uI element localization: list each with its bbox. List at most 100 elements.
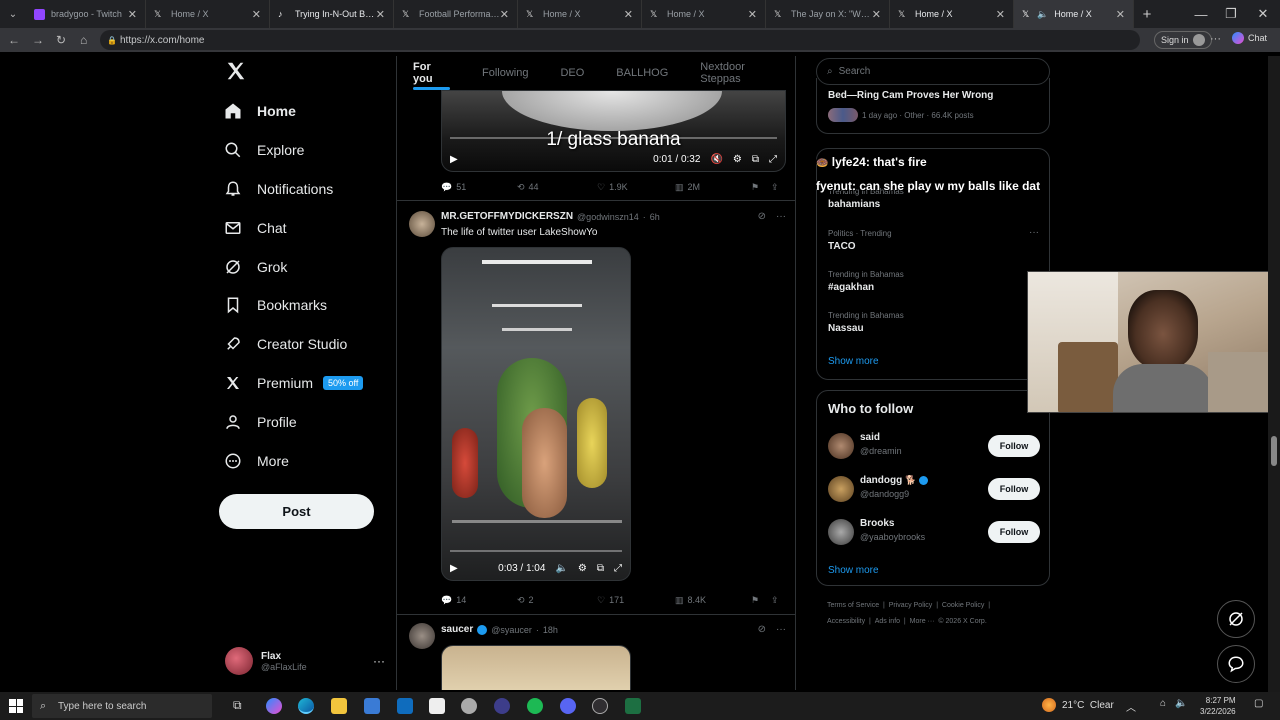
nav-home[interactable]: Home (223, 96, 296, 126)
more-dots-icon[interactable]: ··· (1029, 227, 1039, 238)
file-explorer-icon[interactable] (331, 698, 347, 714)
nav-profile[interactable]: Profile (223, 407, 297, 437)
x-logo-icon[interactable] (225, 60, 249, 84)
copilot-chat-button[interactable]: Chat (1232, 32, 1267, 44)
pip-icon[interactable]: ⧉ (752, 154, 759, 165)
scrollbar[interactable] (1268, 56, 1280, 692)
grok-icon[interactable]: ⊘ (758, 624, 766, 635)
more-dots-icon[interactable]: ··· (373, 654, 385, 668)
trend-item[interactable]: Politics · Trending TACO (828, 229, 892, 252)
post-video[interactable]: ▶ 0:03 / 1:04 🔈 ⚙ ⧉ ⤢ (441, 247, 631, 581)
tab-following[interactable]: Following (466, 56, 544, 90)
back-arrow-icon[interactable]: ← (8, 34, 20, 46)
mute-icon[interactable]: 🔇 (710, 154, 722, 165)
bookmark-icon[interactable]: ⚑ (751, 182, 771, 193)
task-view-icon[interactable]: ⧉ (233, 698, 242, 713)
maximize-button[interactable]: ❐ (1216, 6, 1246, 22)
share-icon[interactable]: ⇪ (771, 595, 779, 606)
chevron-up-icon[interactable]: ︿ (1126, 699, 1136, 714)
browser-tab[interactable]: 𝕏 Home / X ✕ (890, 0, 1014, 28)
taskbar-search-input[interactable]: ⌕ Type here to search (32, 694, 212, 718)
play-icon[interactable]: ▶ (450, 154, 458, 165)
like-button[interactable]: ♡ 1.9K (597, 182, 675, 193)
discord-app-icon[interactable] (560, 698, 576, 714)
follow-button[interactable]: Follow (988, 521, 1040, 543)
fullscreen-icon[interactable]: ⤢ (614, 563, 622, 574)
close-icon[interactable]: ✕ (1116, 8, 1125, 21)
footer-link[interactable]: More ··· (910, 618, 935, 625)
play-icon[interactable]: ▶ (450, 563, 458, 574)
speaker-icon[interactable]: 🔈 (555, 563, 567, 574)
copilot-app-icon[interactable] (266, 698, 282, 714)
trend-item[interactable]: Trending in Bahamas #agakhan (828, 270, 904, 293)
browser-tab[interactable]: 𝕏 Home / X ✕ (642, 0, 766, 28)
obs-app-icon[interactable] (592, 698, 608, 714)
browser-tab[interactable]: 𝕏 The Jay on X: "WWE be ✕ (766, 0, 890, 28)
mail-app-icon[interactable] (397, 698, 413, 714)
edge-app-icon[interactable] (298, 698, 314, 714)
network-icon[interactable]: ⌂ (1160, 698, 1166, 709)
repost-button[interactable]: ⟲ 44 (517, 182, 597, 193)
notepad-app-icon[interactable] (429, 698, 445, 714)
notification-center-icon[interactable]: ▢ (1254, 698, 1263, 709)
nav-explore[interactable]: Explore (223, 135, 304, 165)
spotify-app-icon[interactable] (527, 698, 543, 714)
footer-link[interactable]: Cookie Policy (942, 602, 984, 609)
browser-tab[interactable]: ♪ Trying In-N-Out Burger ✕ (270, 0, 394, 28)
post-image[interactable] (441, 645, 631, 690)
close-icon[interactable]: ✕ (748, 8, 757, 21)
refresh-icon[interactable]: ↻ (56, 34, 68, 46)
reply-button[interactable]: 💬 51 (441, 182, 517, 193)
tab-for-you[interactable]: For you (397, 56, 466, 90)
nav-more[interactable]: More (223, 446, 289, 476)
weather-text[interactable]: 21°C Clear (1062, 700, 1114, 711)
settings-gear-icon[interactable]: ⚙ (578, 563, 587, 574)
post[interactable]: MR.GETOFFMYDICKERSZN @godwinszn14 · 6h ⊘… (397, 201, 795, 611)
views-button[interactable]: ▥ 8.4K (675, 595, 751, 606)
address-bar-input[interactable]: 🔒 https://x.com/home (100, 30, 1140, 50)
taskbar-clock[interactable]: 8:27 PM 3/22/2026 (1200, 695, 1236, 717)
browser-tab[interactable]: 𝕏 Home / X ✕ (518, 0, 642, 28)
show-more-link[interactable]: Show more (828, 565, 879, 576)
post-button[interactable]: Post (219, 494, 374, 529)
speaker-icon[interactable]: 🔈 (1037, 9, 1048, 20)
more-dots-icon[interactable]: ··· (776, 211, 786, 222)
tab-nextdoor-steppas[interactable]: Nextdoor Steppas (684, 56, 795, 90)
close-icon[interactable]: ✕ (500, 8, 509, 21)
new-tab-button[interactable]: + (1134, 6, 1160, 23)
author-handle[interactable]: @syaucer (491, 625, 532, 635)
close-icon[interactable]: ✕ (128, 8, 137, 21)
nav-premium[interactable]: Premium 50% off (223, 368, 364, 398)
grok-icon[interactable]: ⊘ (758, 211, 766, 222)
tab-actions-menu[interactable]: ⌄ (0, 0, 26, 28)
repost-button[interactable]: ⟲ 2 (517, 595, 597, 606)
grok-fab-button[interactable] (1217, 600, 1255, 638)
browser-tab-active[interactable]: 𝕏 🔈 Home / X ✕ (1014, 0, 1134, 28)
more-menu-icon[interactable]: ··· (1210, 33, 1221, 45)
close-icon[interactable]: ✕ (624, 8, 633, 21)
author-name[interactable]: MR.GETOFFMYDICKERSZN (441, 211, 573, 222)
volume-icon[interactable]: 🔈 (1175, 698, 1187, 709)
store-app-icon[interactable] (364, 698, 380, 714)
tab-ballhog[interactable]: BALLHOG (600, 56, 684, 90)
nav-creator-studio[interactable]: Creator Studio (223, 329, 347, 359)
nav-grok[interactable]: Grok (223, 252, 287, 282)
media-app-icon[interactable] (494, 698, 510, 714)
video-progress-bar[interactable] (450, 137, 777, 139)
close-icon[interactable]: ✕ (252, 8, 261, 21)
minimize-button[interactable]: — (1186, 7, 1216, 22)
follow-suggestion[interactable]: Brooks @yaaboybrooks Follow (828, 517, 1040, 547)
follow-suggestion[interactable]: said @dreamin Follow (828, 431, 1040, 461)
post-video[interactable]: 1/ glass banana ▶ 0:01 / 0:32 🔇 ⚙ ⧉ ⤢ (441, 90, 786, 172)
video-progress-bar[interactable] (450, 550, 622, 552)
follow-button[interactable]: Follow (988, 435, 1040, 457)
sign-in-button[interactable]: Sign in (1154, 31, 1212, 49)
tab-deo[interactable]: DEO (544, 56, 600, 90)
nav-bookmarks[interactable]: Bookmarks (223, 290, 327, 320)
fullscreen-icon[interactable]: ⤢ (769, 154, 777, 165)
windows-start-icon[interactable] (9, 699, 23, 713)
views-button[interactable]: ▥ 2M (675, 182, 751, 193)
close-window-button[interactable]: ✕ (1246, 6, 1280, 22)
author-handle[interactable]: @godwinszn14 (577, 212, 639, 222)
pip-icon[interactable]: ⧉ (597, 563, 604, 574)
